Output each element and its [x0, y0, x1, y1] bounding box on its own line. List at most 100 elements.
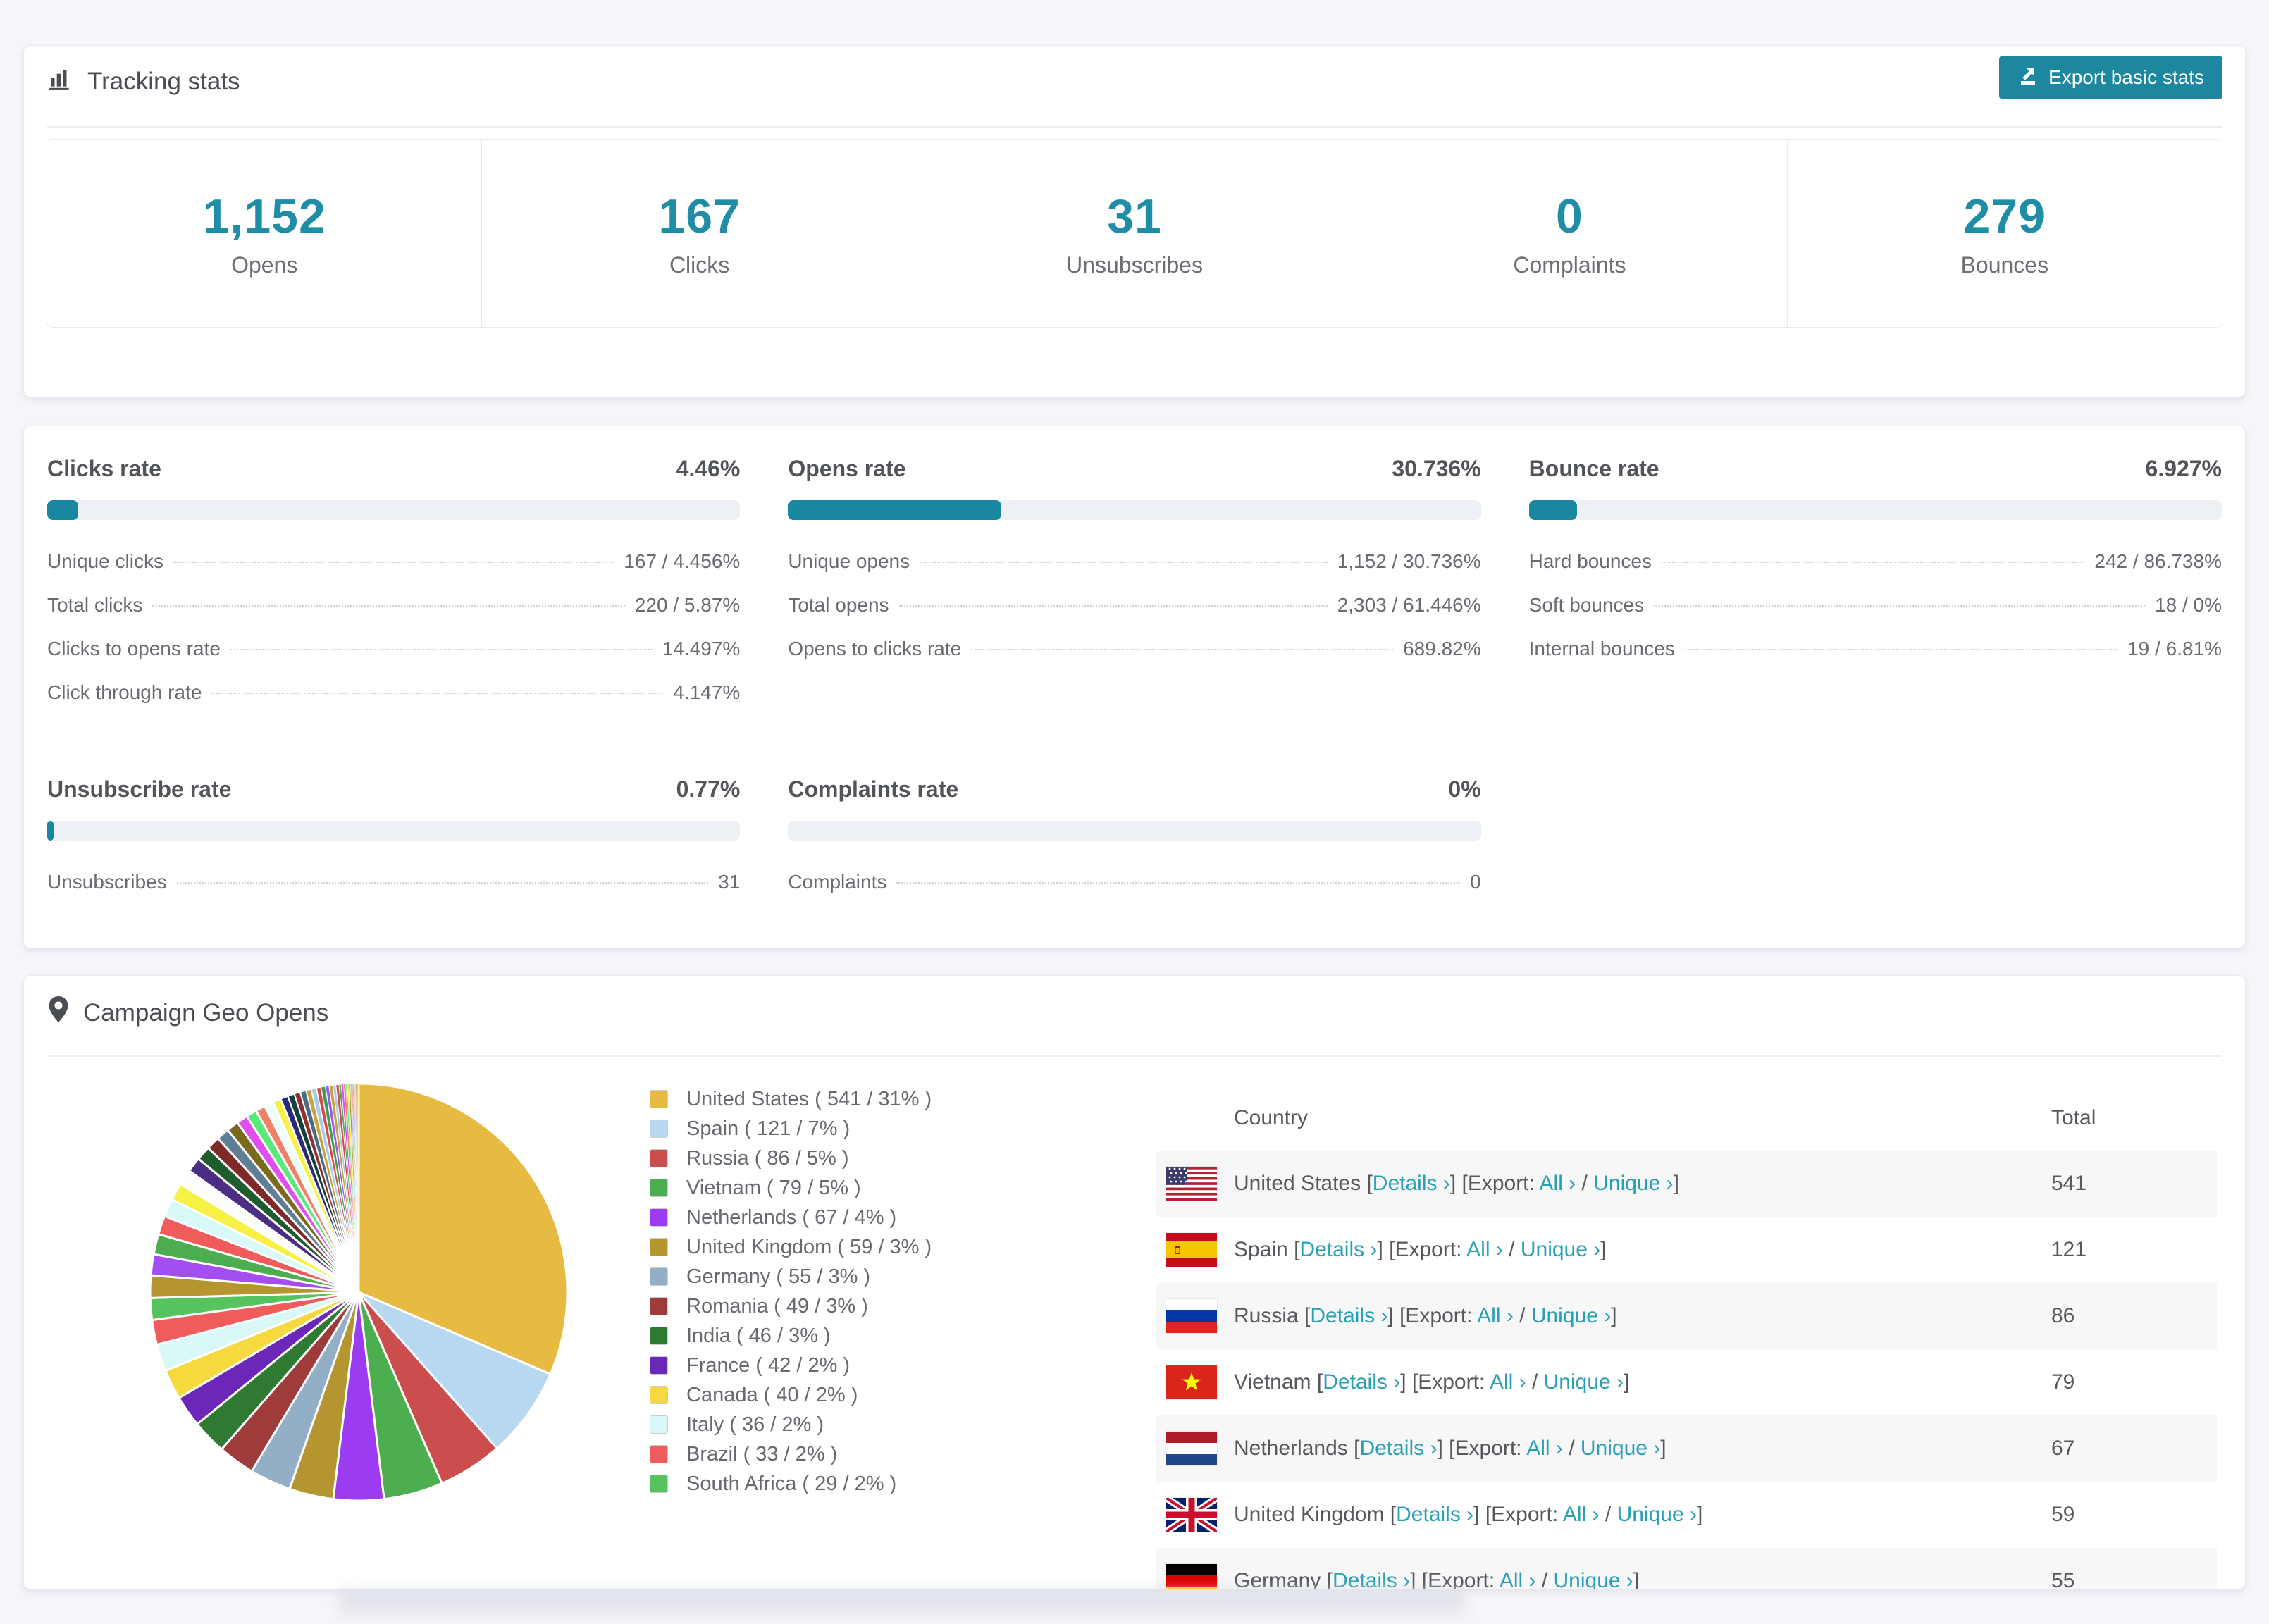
dotted-leader — [211, 693, 664, 694]
export-unique-link[interactable]: Unique › — [1544, 1370, 1624, 1394]
rate-value: 6.927% — [2145, 456, 2222, 481]
export-unique-link[interactable]: Unique › — [1554, 1569, 1633, 1589]
tracking-stats-card: Tracking stats Export basic stats 1,152 O… — [23, 45, 2246, 397]
geo-title: Campaign Geo Opens — [83, 998, 329, 1027]
rate-row: Soft bounces 18 / 0% — [1529, 583, 2222, 627]
country-flag-icon — [1156, 1298, 1234, 1334]
stat-cell-complaints: 0 Complaints — [1352, 140, 1786, 327]
stat-cell-bounces: 279 Bounces — [1786, 140, 2222, 327]
rate-row-label: Hard bounces — [1528, 550, 1652, 572]
country-flag-icon — [1156, 1365, 1234, 1400]
legend-item[interactable]: Netherlands ( 67 / 4% ) — [650, 1203, 932, 1232]
legend-item[interactable]: Brazil ( 33 / 2% ) — [650, 1439, 932, 1469]
rate-value: 30.736% — [1392, 456, 1481, 481]
geo-row-country-name: United States [ — [1234, 1172, 1373, 1195]
dotted-leader — [896, 882, 1461, 884]
rate-block-bounce-rate: Bounce rate 6.927% Hard bounces 242 / 86.73… — [1528, 456, 2222, 714]
dotted-leader — [1684, 649, 2118, 650]
rate-row: Total clicks 220 / 5.87% — [47, 583, 740, 627]
rates-grid: Clicks rate 4.46% Unique clicks 167 / 4.456… — [47, 456, 2222, 904]
export-all-link[interactable]: All › — [1540, 1172, 1576, 1195]
geo-row-separator: / — [1502, 1238, 1521, 1261]
legend-item[interactable]: Spain ( 121 / 7% ) — [650, 1114, 932, 1143]
geo-table-row: Germany [Details ›] [Export: All › / Uni… — [1156, 1548, 2217, 1589]
legend-swatch — [650, 1356, 668, 1375]
rate-title: Clicks rate — [47, 456, 161, 481]
rate-row-label: Clicks to opens rate — [47, 638, 221, 659]
legend-item[interactable]: South Africa ( 29 / 2% ) — [650, 1469, 932, 1499]
export-unique-link[interactable]: Unique › — [1521, 1238, 1600, 1261]
details-link[interactable]: Details › — [1299, 1238, 1377, 1261]
geo-table-header-row: Country Total — [1156, 1086, 2217, 1151]
export-all-link[interactable]: All › — [1563, 1503, 1600, 1526]
geo-opens-pie-chart[interactable] — [147, 1081, 570, 1504]
geo-table-row: United Kingdom [Details ›] [Export: All … — [1156, 1482, 2217, 1548]
legend-item[interactable]: Romania ( 49 / 3% ) — [650, 1291, 932, 1321]
geo-table-row: Russia [Details ›] [Export: All › / Uniq… — [1156, 1283, 2217, 1349]
rate-head: Unsubscribe rate 0.77% — [47, 776, 740, 802]
legend-item[interactable]: Canada ( 40 / 2% ) — [650, 1380, 932, 1410]
country-flag-icon — [1156, 1431, 1234, 1466]
rate-rows: Hard bounces 242 / 86.738% Soft bounces 18 … — [1529, 540, 2222, 671]
export-all-link[interactable]: All › — [1466, 1238, 1503, 1261]
export-all-link[interactable]: All › — [1477, 1304, 1514, 1327]
geo-header-divider — [47, 1055, 2222, 1057]
details-link[interactable]: Details › — [1373, 1172, 1450, 1195]
export-basic-stats-button[interactable]: Export basic stats — [1999, 56, 2222, 99]
legend-item[interactable]: Russia ( 86 / 5% ) — [650, 1143, 932, 1173]
geo-row-separator: / — [1513, 1304, 1531, 1327]
export-unique-link[interactable]: Unique › — [1617, 1503, 1697, 1526]
export-all-link[interactable]: All › — [1500, 1569, 1536, 1589]
rate-row-label: Internal bounces — [1528, 638, 1675, 659]
details-link[interactable]: Details › — [1323, 1370, 1400, 1394]
legend-item[interactable]: Vietnam ( 79 / 5% ) — [650, 1173, 932, 1203]
geo-row-country: Vietnam [Details ›] [Export: All › / Uni… — [1234, 1370, 2051, 1394]
legend-label: Germany ( 55 / 3% ) — [686, 1265, 871, 1288]
legend-swatch — [650, 1415, 668, 1434]
geo-row-bracket: ] — [1673, 1172, 1679, 1195]
stat-cell-opens: 1,152 Opens — [47, 140, 481, 327]
rate-row: Unique opens 1,152 / 30.736% — [788, 540, 1480, 583]
export-all-link[interactable]: All › — [1490, 1370, 1526, 1394]
export-all-link[interactable]: All › — [1526, 1437, 1563, 1460]
legend-label: India ( 46 / 3% ) — [686, 1324, 831, 1347]
geo-row-separator: / — [1535, 1569, 1554, 1589]
legend-item[interactable]: India ( 46 / 3% ) — [650, 1321, 932, 1351]
rate-row: Internal bounces 19 / 6.81% — [1529, 627, 2222, 671]
legend-item[interactable]: United States ( 541 / 31% ) — [650, 1084, 932, 1114]
legend-label: Vietnam ( 79 / 5% ) — [686, 1176, 861, 1199]
legend-item[interactable]: United Kingdom ( 59 / 3% ) — [650, 1232, 932, 1262]
rate-progress-fill — [1528, 500, 1577, 520]
legend-label: South Africa ( 29 / 2% ) — [686, 1472, 897, 1495]
details-link[interactable]: Details › — [1359, 1437, 1437, 1460]
stat-value: 279 — [1963, 189, 2046, 243]
stats-summary-box: 1,152 Opens 167 Clicks 31 Unsubscribes 0 Compla… — [47, 139, 2222, 328]
legend-item[interactable]: Germany ( 55 / 3% ) — [650, 1262, 932, 1291]
rate-title: Unsubscribe rate — [47, 776, 232, 802]
export-unique-link[interactable]: Unique › — [1593, 1172, 1673, 1195]
rate-row: Unsubscribes 31 — [47, 860, 740, 904]
geo-opens-table: Country Total United States [Details ›] … — [1156, 1086, 2217, 1589]
stat-label: Opens — [231, 252, 298, 278]
rate-row-label: Total clicks — [47, 594, 143, 616]
rate-row-value: 2,303 / 61.446% — [1337, 594, 1481, 616]
export-unique-link[interactable]: Unique › — [1581, 1437, 1660, 1460]
details-link[interactable]: Details › — [1333, 1569, 1410, 1589]
legend-label: France ( 42 / 2% ) — [686, 1353, 851, 1377]
rate-row-label: Complaints — [788, 871, 887, 893]
rate-row: Click through rate 4.147% — [47, 671, 740, 714]
rate-row-value: 1,152 / 30.736% — [1337, 550, 1481, 572]
legend-item[interactable]: France ( 42 / 2% ) — [650, 1351, 932, 1380]
geo-row-total: 541 — [2051, 1172, 2087, 1195]
legend-swatch — [650, 1445, 668, 1463]
dotted-leader — [173, 562, 614, 563]
export-unique-link[interactable]: Unique › — [1531, 1304, 1611, 1327]
rate-row-value: 19 / 6.81% — [2127, 638, 2222, 659]
legend-swatch — [650, 1179, 668, 1197]
details-link[interactable]: Details › — [1310, 1304, 1387, 1327]
legend-swatch — [650, 1208, 668, 1227]
details-link[interactable]: Details › — [1396, 1503, 1473, 1526]
legend-label: United Kingdom ( 59 / 3% ) — [686, 1235, 932, 1258]
legend-item[interactable]: Italy ( 36 / 2% ) — [650, 1410, 932, 1439]
rate-row: Complaints 0 — [788, 860, 1480, 904]
